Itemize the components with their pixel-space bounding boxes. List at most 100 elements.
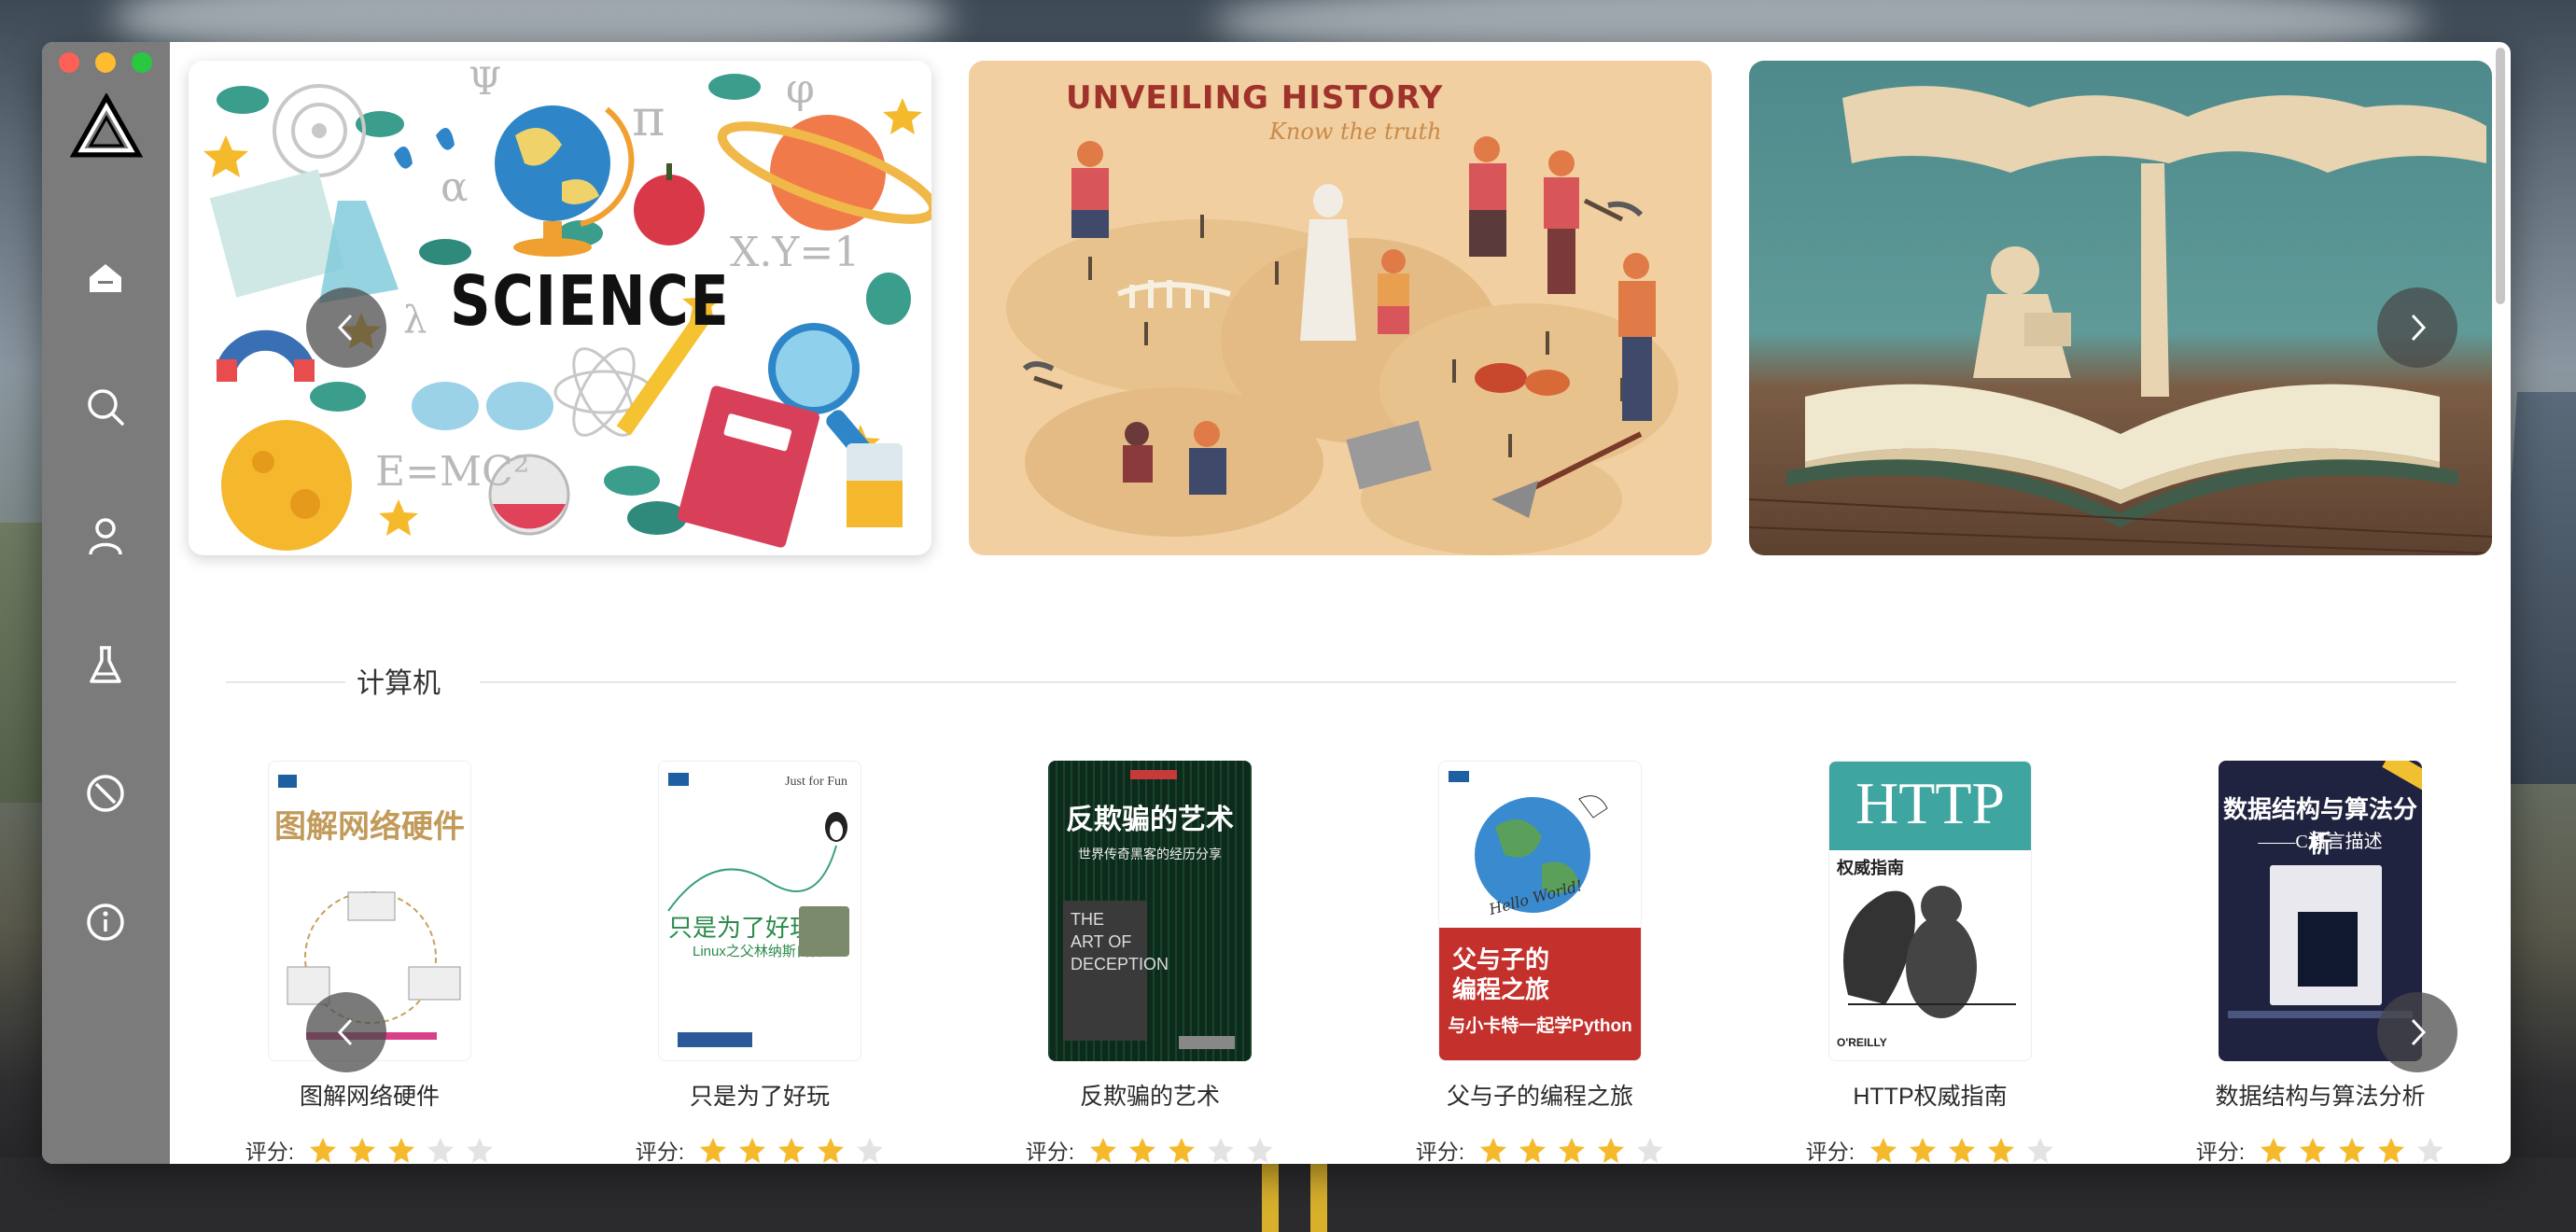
sidebar-item-about[interactable]	[83, 900, 128, 945]
banner-next-button[interactable]	[2377, 287, 2457, 368]
section-header: 计算机	[226, 658, 2457, 705]
star-filled-icon	[310, 1138, 337, 1163]
cover-en-title: THE ART OF DECEPTION	[1063, 901, 1169, 1041]
star-filled-icon	[700, 1138, 727, 1163]
chevron-right-icon	[2411, 314, 2427, 342]
reading-illustration	[1749, 86, 2492, 554]
star-filled-icon	[1988, 1138, 2015, 1163]
banner-prev-button[interactable]	[306, 287, 386, 368]
section-divider	[226, 681, 345, 683]
book-card[interactable]: Just for Fun 只是为了好玩 Linux之父林纳斯自传 只是为了好玩 …	[592, 761, 928, 1164]
books-prev-button[interactable]	[306, 992, 386, 1072]
formula-text: λ	[403, 299, 427, 342]
close-button[interactable]	[59, 52, 79, 73]
science-banner-text: SCIENCE	[450, 261, 731, 342]
book-title[interactable]: 数据结构与算法分析	[2152, 1078, 2488, 1112]
banner-science[interactable]: SCIENCE E=MC² X.Y=1 λ π α φ Ψ	[189, 61, 931, 555]
cover-title: 反欺骗的艺术	[1066, 805, 1234, 835]
star-filled-icon	[1870, 1138, 1897, 1163]
star-filled-icon	[2378, 1138, 2405, 1163]
star-filled-icon	[1949, 1138, 1976, 1163]
home-icon	[90, 264, 121, 292]
cover-title: HTTP	[1855, 770, 2005, 836]
rating-label: 评分:	[1025, 1140, 1075, 1164]
section-divider	[480, 681, 2457, 683]
book-card[interactable]: Hello World! 父与子的编程之旅 与小卡特一起学Python 父与子的…	[1372, 761, 1708, 1164]
star-empty-icon	[1637, 1138, 1664, 1163]
banner-history[interactable]: UNVEILING HISTORY Know the truth	[969, 61, 1712, 555]
book-cover[interactable]: HTTP 权威指南 O'REILLY	[1828, 761, 2032, 1061]
star-filled-icon	[1090, 1138, 1117, 1163]
star-empty-icon	[1208, 1138, 1235, 1163]
info-icon	[87, 903, 124, 941]
search-icon	[88, 389, 124, 426]
ban-icon	[87, 775, 124, 812]
app-window: SCIENCE E=MC² X.Y=1 λ π α φ Ψ UNVEILING …	[42, 42, 2511, 1164]
squirrel-illustration	[1843, 886, 2016, 1018]
book-title[interactable]: 父与子的编程之旅	[1372, 1078, 1708, 1112]
book-rating: 评分:	[592, 1134, 928, 1164]
cover-title: 只是为了好玩	[668, 914, 815, 942]
rating-label: 评分:	[1805, 1140, 1855, 1164]
book-rating: 评分:	[1372, 1134, 1708, 1164]
books-next-button[interactable]	[2377, 992, 2457, 1072]
star-filled-icon	[739, 1138, 766, 1163]
book-title[interactable]: 只是为了好玩	[592, 1078, 928, 1112]
sidebar	[42, 42, 170, 1164]
star-empty-icon	[467, 1138, 494, 1163]
sidebar-item-search[interactable]	[83, 385, 128, 429]
sidebar-item-user[interactable]	[83, 513, 128, 558]
minimize-button[interactable]	[95, 52, 116, 73]
book-title[interactable]: HTTP权威指南	[1762, 1078, 2098, 1112]
book-card[interactable]: 数据结构与算法分析 ——C语言描述 数据结构与算法分析 评分:	[2152, 761, 2488, 1164]
book-card[interactable]: HTTP 权威指南 O'REILLY HTTP权威指南 评分:	[1762, 761, 2098, 1164]
formula-text: α	[441, 163, 469, 211]
book-cover[interactable]: Just for Fun 只是为了好玩 Linux之父林纳斯自传	[658, 761, 861, 1061]
vertical-scrollbar[interactable]	[2496, 48, 2505, 304]
globe-illustration	[1475, 795, 1608, 913]
book-list: 图解网络硬件 图解网络硬件 评分: Just for Fun 只是为了好玩 Li…	[170, 761, 2511, 1164]
star-filled-icon	[818, 1138, 845, 1163]
history-banner-subtitle: Know the truth	[1269, 119, 1442, 145]
book-cover[interactable]: Hello World! 父与子的编程之旅 与小卡特一起学Python	[1438, 761, 1642, 1061]
star-filled-icon	[1559, 1138, 1586, 1163]
field-scenery	[0, 523, 47, 803]
star-filled-icon	[1480, 1138, 1507, 1163]
formula-text: E=MC²	[375, 448, 530, 496]
book-card[interactable]: 反欺骗的艺术 世界传奇黑客的经历分享 THE ART OF DECEPTION …	[982, 761, 1318, 1164]
cover-publisher: O'REILLY	[1837, 1036, 1887, 1049]
star-empty-icon	[2027, 1138, 2054, 1163]
maximize-button[interactable]	[132, 52, 152, 73]
banner-reading[interactable]	[1749, 61, 2492, 555]
cover-subtitle: 世界传奇黑客的经历分享	[1078, 847, 1222, 861]
star-filled-icon	[1910, 1138, 1937, 1163]
star-filled-icon	[778, 1138, 805, 1163]
star-empty-icon	[427, 1138, 455, 1163]
book-rating: 评分:	[202, 1134, 538, 1164]
sidebar-item-home[interactable]	[83, 256, 128, 301]
cover-subtitle: ——C语言描述	[2258, 832, 2383, 852]
rating-label: 评分:	[2195, 1140, 2246, 1164]
book-title[interactable]: 图解网络硬件	[202, 1078, 538, 1112]
formula-text: π	[632, 89, 665, 147]
user-icon	[89, 518, 122, 555]
chevron-right-icon	[2411, 1018, 2427, 1046]
cover-title: 图解网络硬件	[274, 810, 465, 845]
star-filled-icon	[1598, 1138, 1625, 1163]
star-empty-icon	[857, 1138, 884, 1163]
star-filled-icon	[1129, 1138, 1156, 1163]
app-logo-icon[interactable]	[70, 93, 143, 159]
star-filled-icon	[2339, 1138, 2366, 1163]
star-filled-icon	[2300, 1138, 2327, 1163]
star-filled-icon	[1519, 1138, 1547, 1163]
star-filled-icon	[2261, 1138, 2288, 1163]
flask-icon	[90, 646, 121, 683]
book-rating: 评分:	[2152, 1134, 2488, 1164]
book-cover[interactable]: 反欺骗的艺术 世界传奇黑客的经历分享 THE ART OF DECEPTION	[1048, 761, 1252, 1061]
cover-subtitle: 与小卡特一起学Python	[1448, 1016, 1632, 1036]
star-filled-icon	[349, 1138, 376, 1163]
sidebar-item-blocked[interactable]	[83, 771, 128, 816]
book-title[interactable]: 反欺骗的艺术	[982, 1078, 1318, 1112]
sidebar-item-lab[interactable]	[83, 642, 128, 687]
book-card[interactable]: 图解网络硬件 图解网络硬件 评分:	[202, 761, 538, 1164]
